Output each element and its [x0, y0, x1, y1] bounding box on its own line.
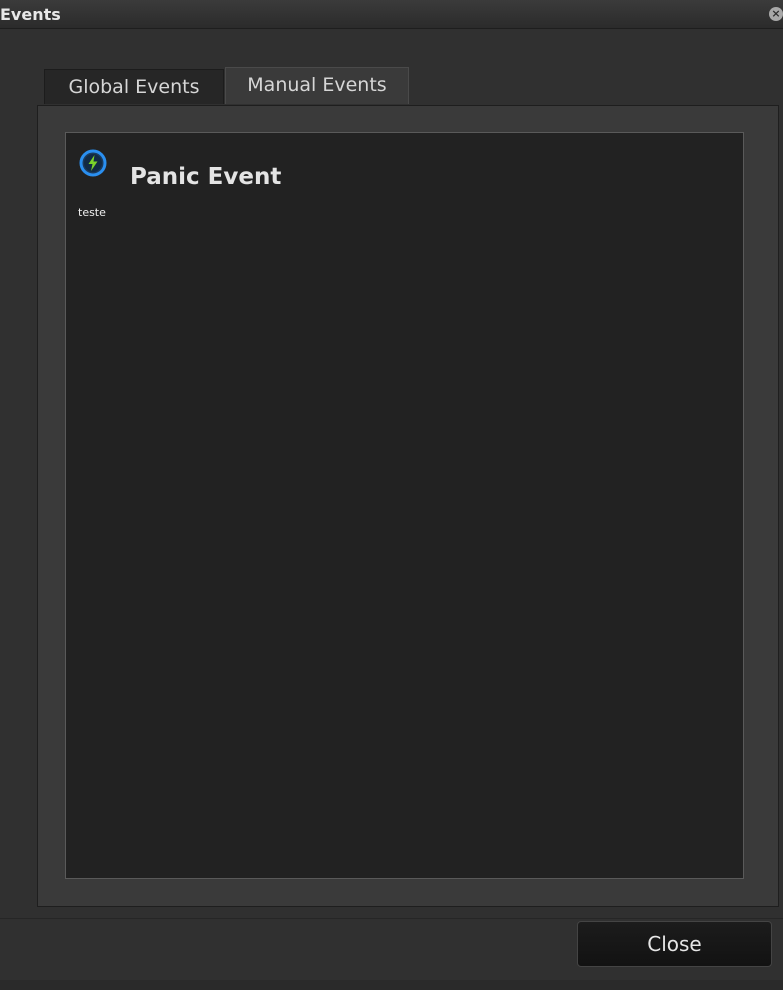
tab-label: Manual Events: [247, 74, 387, 96]
tab-global-events[interactable]: Global Events: [44, 69, 224, 104]
event-name: Panic Event: [130, 164, 282, 190]
event-description: teste: [78, 206, 106, 219]
window-bottom-edge: [0, 980, 783, 990]
close-button[interactable]: Close: [577, 921, 772, 967]
tab-label: Global Events: [68, 76, 200, 98]
tab-manual-events[interactable]: Manual Events: [225, 67, 409, 104]
tab-strip: Global Events Manual Events: [0, 29, 783, 109]
event-list: Panic Event teste: [65, 132, 744, 879]
footer-divider: [0, 918, 783, 919]
window-title: Events: [0, 5, 61, 24]
events-dialog: Events × Global Events Manual Events Pan…: [0, 0, 783, 990]
title-bar[interactable]: Events ×: [0, 0, 783, 29]
lightning-circle-icon: [78, 148, 108, 178]
close-icon[interactable]: ×: [769, 7, 783, 21]
